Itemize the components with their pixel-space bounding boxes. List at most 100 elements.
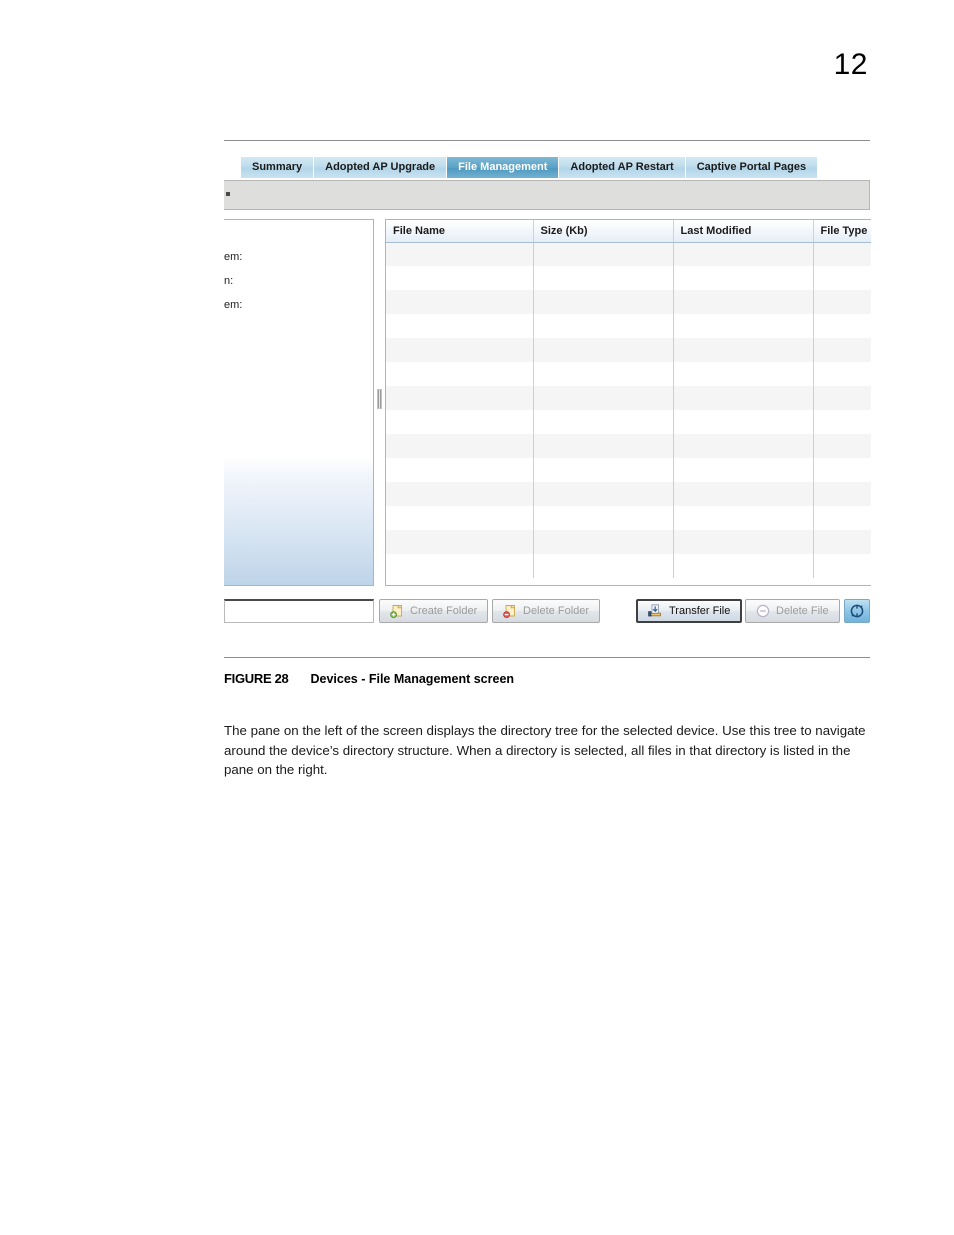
table-cell-file-type — [813, 554, 871, 578]
body-paragraph: The pane on the left of the screen displ… — [224, 723, 866, 778]
button-bar: Create Folder Delete Folder Transfer Fil… — [224, 599, 870, 625]
column-header-file-type[interactable]: File Type — [813, 220, 871, 243]
table-cell-file-name — [386, 530, 534, 554]
refresh-icon — [849, 603, 865, 619]
figure-top-rule — [224, 140, 870, 141]
table-row[interactable] — [386, 506, 871, 530]
table-cell-size-kb — [533, 314, 674, 338]
table-cell-last-modified — [673, 434, 814, 458]
file-table-header-row: File Name Size (Kb) Last Modified File T… — [386, 220, 871, 243]
file-table: File Name Size (Kb) Last Modified File T… — [386, 220, 871, 578]
figure-caption-label: FIGURE 28 — [224, 671, 289, 686]
table-cell-size-kb — [533, 506, 674, 530]
table-cell-file-type — [813, 506, 871, 530]
table-cell-file-name — [386, 338, 534, 362]
table-cell-file-type — [813, 386, 871, 410]
table-cell-size-kb — [533, 290, 674, 314]
table-cell-last-modified — [673, 554, 814, 578]
table-cell-file-name — [386, 386, 534, 410]
table-cell-file-type — [813, 314, 871, 338]
tab-captive-portal-pages[interactable]: Captive Portal Pages — [685, 157, 819, 178]
tab-file-management[interactable]: File Management — [447, 157, 560, 178]
refresh-button[interactable] — [844, 599, 870, 623]
table-row[interactable] — [386, 458, 871, 482]
table-row[interactable] — [386, 242, 871, 266]
table-row[interactable] — [386, 554, 871, 578]
table-row[interactable] — [386, 290, 871, 314]
figure-caption: FIGURE 28 Devices - File Management scre… — [224, 671, 870, 686]
table-cell-file-name — [386, 410, 534, 434]
table-cell-size-kb — [533, 482, 674, 506]
table-cell-size-kb — [533, 266, 674, 290]
table-cell-file-name — [386, 362, 534, 386]
tree-pane-gradient — [224, 458, 373, 585]
directory-tree-pane[interactable]: em: n: em: — [224, 219, 374, 586]
delete-folder-button[interactable]: Delete Folder — [492, 599, 601, 623]
figure-caption-text: Devices - File Management screen — [310, 672, 515, 686]
table-row[interactable] — [386, 386, 871, 410]
table-cell-size-kb — [533, 338, 674, 362]
table-cell-file-type — [813, 338, 871, 362]
file-list-pane: File Name Size (Kb) Last Modified File T… — [385, 219, 871, 586]
tab-adopted-ap-upgrade[interactable]: Adopted AP Upgrade — [314, 157, 448, 178]
tree-label-2[interactable]: n: — [224, 275, 233, 287]
delete-file-label: Delete File — [776, 605, 829, 617]
table-cell-last-modified — [673, 362, 814, 386]
table-row[interactable] — [386, 530, 871, 554]
table-cell-size-kb — [533, 530, 674, 554]
column-header-file-name[interactable]: File Name — [386, 220, 534, 243]
table-cell-last-modified — [673, 482, 814, 506]
table-cell-size-kb — [533, 242, 674, 266]
delete-file-button[interactable]: Delete File — [745, 599, 840, 623]
create-folder-label: Create Folder — [410, 605, 478, 617]
table-cell-file-name — [386, 506, 534, 530]
table-row[interactable] — [386, 434, 871, 458]
table-cell-last-modified — [673, 386, 814, 410]
table-cell-last-modified — [673, 506, 814, 530]
table-row[interactable] — [386, 266, 871, 290]
toolbar-marker — [226, 192, 230, 196]
tab-adopted-ap-restart[interactable]: Adopted AP Restart — [559, 157, 686, 178]
table-cell-file-type — [813, 458, 871, 482]
table-row[interactable] — [386, 362, 871, 386]
column-header-last-modified[interactable]: Last Modified — [673, 220, 814, 243]
tab-summary[interactable]: Summary — [241, 157, 315, 178]
table-row[interactable] — [386, 338, 871, 362]
create-folder-button[interactable]: Create Folder — [379, 599, 489, 623]
table-cell-last-modified — [673, 410, 814, 434]
table-cell-size-kb — [533, 386, 674, 410]
table-cell-last-modified — [673, 242, 814, 266]
table-cell-last-modified — [673, 458, 814, 482]
table-cell-size-kb — [533, 410, 674, 434]
table-cell-last-modified — [673, 338, 814, 362]
table-cell-file-type — [813, 482, 871, 506]
table-row[interactable] — [386, 410, 871, 434]
file-table-body — [386, 242, 871, 578]
table-cell-last-modified — [673, 266, 814, 290]
tab-strip: Summary Adopted AP Upgrade File Manageme… — [241, 156, 870, 178]
page-number: 12 — [833, 48, 868, 81]
pane-splitter[interactable] — [376, 219, 384, 586]
splitter-grip-icon[interactable] — [377, 389, 382, 409]
table-row[interactable] — [386, 482, 871, 506]
table-row[interactable] — [386, 314, 871, 338]
tree-label-3[interactable]: em: — [224, 299, 242, 311]
folder-name-input[interactable] — [224, 599, 374, 623]
table-cell-file-name — [386, 266, 534, 290]
delete-folder-label: Delete Folder — [523, 605, 590, 617]
table-cell-size-kb — [533, 458, 674, 482]
folder-remove-icon — [503, 604, 517, 618]
table-cell-file-name — [386, 458, 534, 482]
table-cell-file-name — [386, 242, 534, 266]
table-cell-file-type — [813, 290, 871, 314]
table-cell-file-name — [386, 434, 534, 458]
transfer-file-button[interactable]: Transfer File — [636, 599, 743, 623]
table-cell-file-type — [813, 266, 871, 290]
column-header-size[interactable]: Size (Kb) — [533, 220, 674, 243]
table-cell-file-name — [386, 290, 534, 314]
tree-label-1[interactable]: em: — [224, 251, 242, 263]
table-cell-size-kb — [533, 362, 674, 386]
table-cell-file-type — [813, 362, 871, 386]
table-cell-file-name — [386, 314, 534, 338]
table-cell-file-name — [386, 482, 534, 506]
